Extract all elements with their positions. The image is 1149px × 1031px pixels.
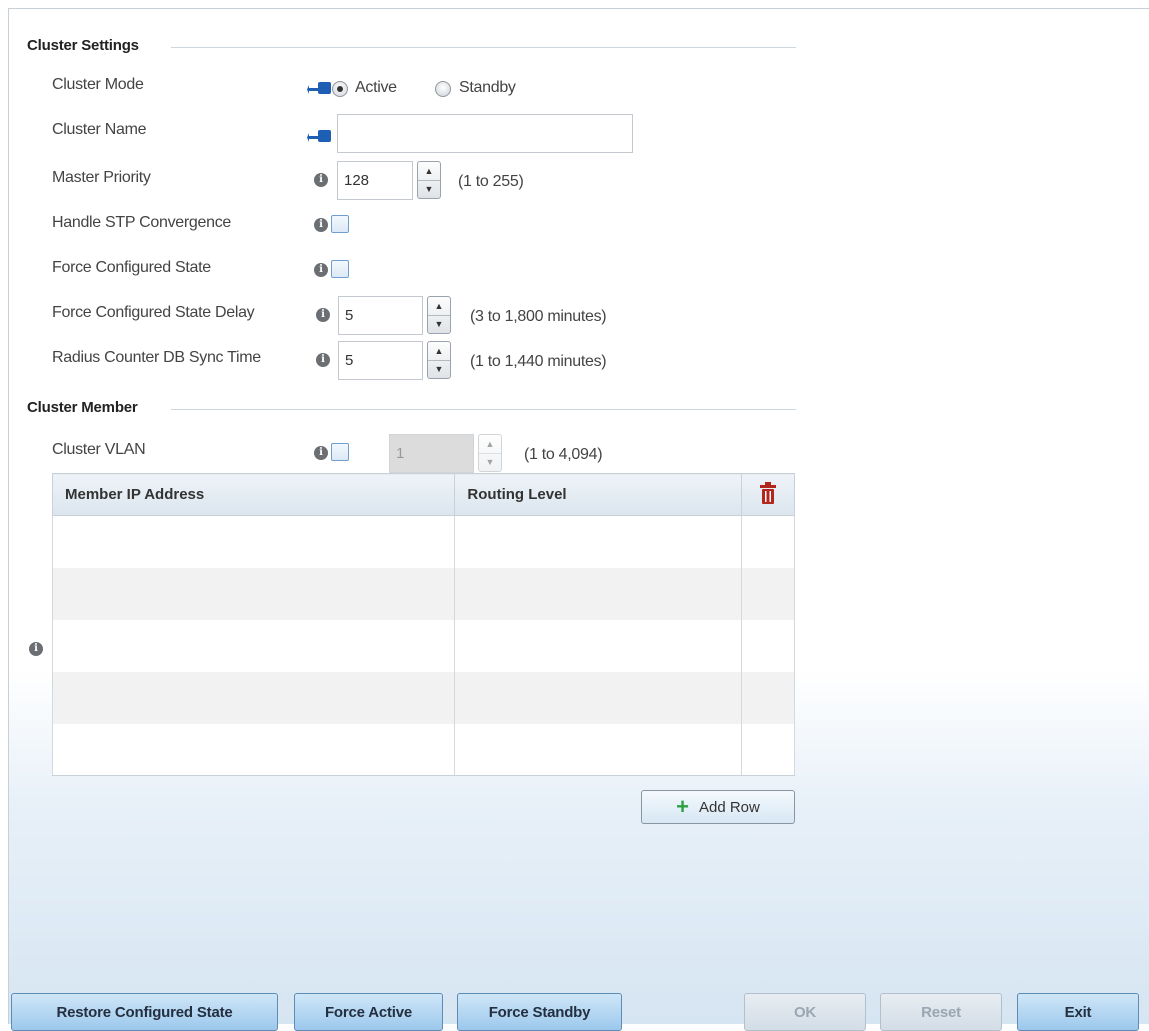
up-arrow-icon[interactable]: ▲ <box>428 297 450 316</box>
cluster-mode-label: Cluster Mode <box>52 76 144 93</box>
section-divider <box>171 47 796 48</box>
master-priority-stepper[interactable]: ▲ ▼ <box>417 161 441 199</box>
plus-icon: + <box>676 794 689 819</box>
down-arrow-icon[interactable]: ▼ <box>428 316 450 334</box>
info-icon: i <box>314 446 328 460</box>
master-priority-input[interactable]: 128 <box>337 161 413 200</box>
info-icon: i <box>314 173 328 187</box>
add-row-button[interactable]: + Add Row <box>641 790 795 824</box>
add-row-label: Add Row <box>698 798 760 816</box>
info-icon: i <box>316 353 330 367</box>
info-icon: i <box>314 263 328 277</box>
radius-counter-db-sync-label: Radius Counter DB Sync Time <box>52 349 261 366</box>
table-row[interactable] <box>51 515 795 568</box>
restore-configured-state-button[interactable]: Restore Configured State <box>11 993 278 1031</box>
force-standby-button[interactable]: Force Standby <box>457 993 622 1031</box>
force-active-button[interactable]: Force Active <box>294 993 443 1031</box>
table-row[interactable] <box>51 619 795 672</box>
cluster-member-title: Cluster Member <box>27 399 138 416</box>
force-configured-state-delay-input[interactable]: 5 <box>338 296 423 335</box>
cluster-name-label: Cluster Name <box>52 121 147 138</box>
force-configured-state-checkbox[interactable] <box>331 260 349 278</box>
cluster-mode-standby-radio[interactable] <box>435 81 451 97</box>
exit-button[interactable]: Exit <box>1017 993 1139 1031</box>
radius-counter-db-sync-stepper[interactable]: ▲ ▼ <box>427 341 451 379</box>
info-icon: i <box>29 642 43 656</box>
pin-override-icon[interactable] <box>307 127 337 147</box>
section-divider <box>171 409 796 410</box>
up-arrow-icon[interactable]: ▲ <box>418 162 440 181</box>
handle-stp-checkbox[interactable] <box>331 215 349 233</box>
down-arrow-icon[interactable]: ▼ <box>418 181 440 199</box>
cluster-vlan-stepper[interactable]: ▲ ▼ <box>478 434 502 472</box>
cluster-mode-standby-label: Standby <box>459 79 516 96</box>
info-icon: i <box>316 308 330 322</box>
info-icon: i <box>314 218 328 232</box>
force-configured-state-label: Force Configured State <box>52 259 211 276</box>
delete-column-header[interactable] <box>741 473 795 516</box>
table-row[interactable] <box>51 567 795 620</box>
ok-button[interactable]: OK <box>744 993 866 1031</box>
member-table: Member IP Address Routing Level <box>51 473 795 776</box>
force-configured-state-delay-label: Force Configured State Delay <box>52 304 255 321</box>
cluster-name-input[interactable] <box>337 114 633 153</box>
cluster-vlan-hint: (1 to 4,094) <box>524 446 603 463</box>
up-arrow-icon[interactable]: ▲ <box>479 435 501 454</box>
table-row[interactable] <box>51 723 795 776</box>
master-priority-hint: (1 to 255) <box>458 173 524 190</box>
radius-counter-db-sync-hint: (1 to 1,440 minutes) <box>470 353 607 370</box>
cluster-mode-active-label: Active <box>355 79 397 96</box>
cluster-vlan-input[interactable]: 1 <box>389 434 474 473</box>
cluster-settings-title: Cluster Settings <box>27 37 139 54</box>
master-priority-label: Master Priority <box>52 169 151 186</box>
down-arrow-icon[interactable]: ▼ <box>428 361 450 379</box>
force-configured-state-delay-hint: (3 to 1,800 minutes) <box>470 308 607 325</box>
cluster-mode-active-radio[interactable] <box>332 81 348 97</box>
table-header-row: Member IP Address Routing Level <box>51 473 795 516</box>
cluster-vlan-checkbox[interactable] <box>331 443 349 461</box>
cluster-vlan-label: Cluster VLAN <box>52 441 146 458</box>
table-row[interactable] <box>51 671 795 724</box>
radius-counter-db-sync-input[interactable]: 5 <box>338 341 423 380</box>
cluster-panel: Cluster Settings Cluster Mode Active Sta… <box>8 8 1149 1031</box>
up-arrow-icon[interactable]: ▲ <box>428 342 450 361</box>
column-header-member-ip[interactable]: Member IP Address <box>51 473 456 516</box>
reset-button[interactable]: Reset <box>880 993 1002 1031</box>
handle-stp-label: Handle STP Convergence <box>52 214 231 231</box>
trash-icon[interactable] <box>759 481 777 504</box>
down-arrow-icon[interactable]: ▼ <box>479 454 501 472</box>
column-header-routing-level[interactable]: Routing Level <box>454 473 743 516</box>
force-configured-state-delay-stepper[interactable]: ▲ ▼ <box>427 296 451 334</box>
